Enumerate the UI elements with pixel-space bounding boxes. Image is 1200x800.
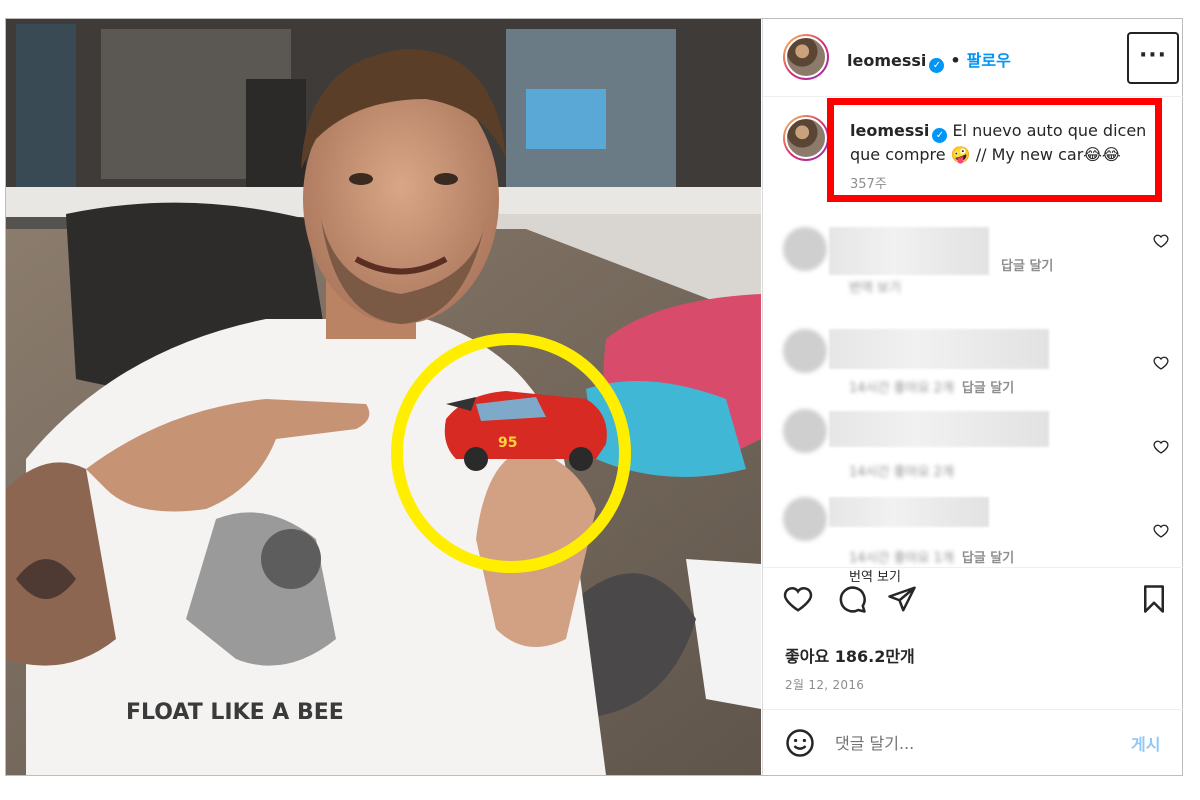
caption-avatar[interactable] xyxy=(783,115,829,161)
comment-meta: 14시간 좋아요 2개 xyxy=(849,461,954,480)
post-comment-button[interactable]: 게시 xyxy=(1131,731,1160,755)
comment-meta: 14시간 좋아요 1개 답글 달기 xyxy=(849,547,1014,566)
caption-text: leomessi ✓ El nuevo auto que dicen que co… xyxy=(850,119,1155,166)
emoji-smiley-icon[interactable] xyxy=(785,728,815,758)
avatar-image xyxy=(785,117,827,159)
comment-avatar[interactable] xyxy=(783,497,827,541)
post-header: leomessi ✓ • 팔로우 ··· xyxy=(763,19,1183,97)
comment-avatar[interactable] xyxy=(783,227,827,271)
likes-count[interactable]: 좋아요 186.2만개 xyxy=(785,643,915,667)
bookmark-icon[interactable] xyxy=(1139,584,1169,614)
add-comment-bar: 게시 xyxy=(763,709,1183,775)
comment-meta-blurred: 14시간 좋아요 2개 xyxy=(849,381,954,396)
header-user-line: leomessi ✓ • 팔로우 xyxy=(847,47,1011,73)
comment-item: 14시간 좋아요 1개 답글 달기 번역 보기 xyxy=(763,489,1183,585)
post-side-panel: leomessi ✓ • 팔로우 ··· leomessi ✓ El nuevo aut… xyxy=(762,19,1183,775)
verified-badge-icon: ✓ xyxy=(932,128,948,143)
tshirt-print-text: FLOAT LIKE A BEE xyxy=(126,700,344,725)
caption-highlight-box: leomessi ✓ El nuevo auto que dicen que co… xyxy=(827,98,1162,202)
comment-item: 14시간 좋아요 2개 xyxy=(763,403,1183,483)
comment-avatar[interactable] xyxy=(783,409,827,453)
blurred-comment-text xyxy=(829,227,989,275)
instagram-post-frame: FLOAT LIKE A BEE 95 leomessi ✓ • 팔로우 ···… xyxy=(5,18,1183,776)
comment-translate-link[interactable]: 번역 보기 xyxy=(849,277,901,296)
verified-badge-icon: ✓ xyxy=(929,58,945,73)
post-photo[interactable]: FLOAT LIKE A BEE 95 xyxy=(6,19,761,775)
comment-meta: 14시간 좋아요 2개 답글 달기 xyxy=(849,377,1014,396)
toy-car: 95 xyxy=(444,391,607,471)
comment-avatar[interactable] xyxy=(783,329,827,373)
like-heart-icon[interactable] xyxy=(783,584,813,614)
blurred-comment-text xyxy=(829,411,1049,447)
comment-meta-blurred: 14시간 좋아요 2개 xyxy=(849,465,954,480)
reply-button[interactable]: 답글 달기 xyxy=(962,551,1014,566)
comment-meta: 답글 달기 xyxy=(993,255,1053,274)
header-username[interactable]: leomessi xyxy=(847,51,926,70)
reply-button[interactable]: 답글 달기 xyxy=(962,381,1014,396)
post-actions: 좋아요 186.2만개 2월 12, 2016 xyxy=(763,567,1183,727)
like-heart-icon[interactable] xyxy=(1153,523,1169,539)
avatar[interactable] xyxy=(783,34,829,80)
separator-dot: • xyxy=(950,51,961,70)
blurred-comment-text xyxy=(829,329,1049,369)
share-send-icon[interactable] xyxy=(887,584,917,614)
like-heart-icon[interactable] xyxy=(1153,439,1169,455)
blurred-comment-text xyxy=(829,497,989,527)
car-number-label: 95 xyxy=(498,435,517,451)
more-options-button[interactable]: ··· xyxy=(1127,32,1179,84)
avatar-image xyxy=(785,36,827,78)
reply-button[interactable]: 답글 달기 xyxy=(1001,259,1053,274)
follow-button[interactable]: 팔로우 xyxy=(967,51,1011,70)
like-heart-icon[interactable] xyxy=(1153,233,1169,249)
caption-timestamp[interactable]: 357주 xyxy=(850,173,887,192)
caption-username[interactable]: leomessi xyxy=(850,121,929,140)
comment-bubble-icon[interactable] xyxy=(837,584,867,614)
like-heart-icon[interactable] xyxy=(1153,355,1169,371)
comment-item: 14시간 좋아요 2개 답글 달기 xyxy=(763,319,1183,399)
post-date[interactable]: 2월 12, 2016 xyxy=(785,676,864,693)
comment-item: 답글 달기 번역 보기 xyxy=(763,219,1183,299)
comment-input[interactable] xyxy=(835,730,1105,756)
photo-illustration: FLOAT LIKE A BEE 95 xyxy=(6,19,761,775)
comment-meta-blurred: 14시간 좋아요 1개 xyxy=(849,551,954,566)
